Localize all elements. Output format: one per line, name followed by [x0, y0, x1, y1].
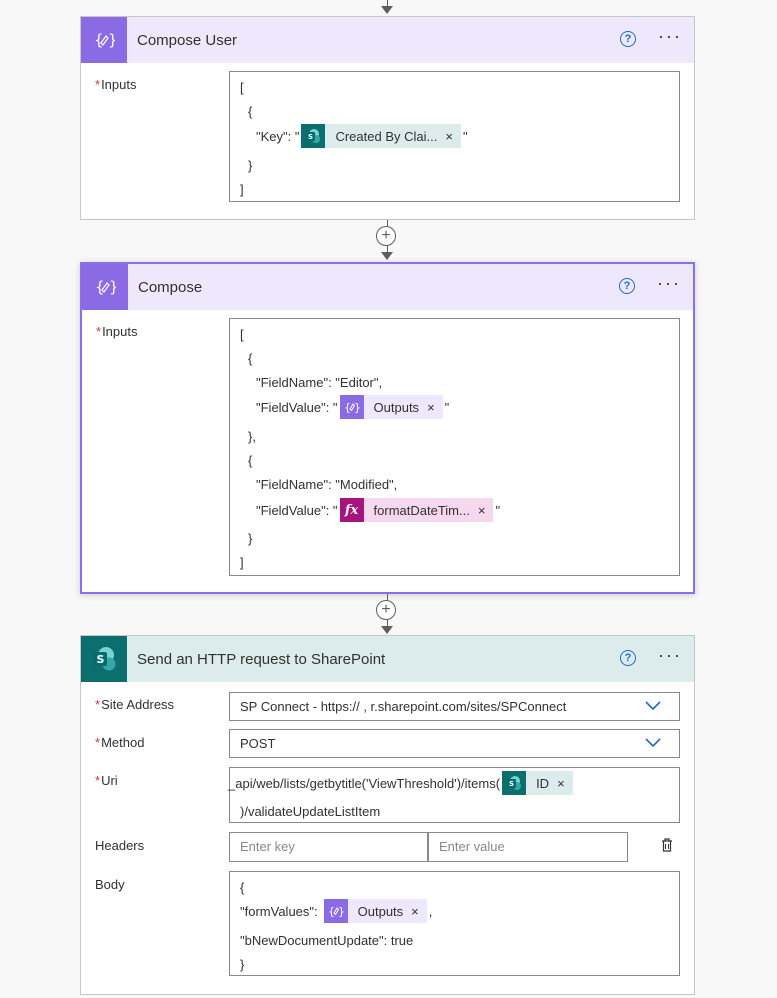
compose-user-header[interactable]: {} Compose User ? ··· [81, 17, 694, 63]
sharepoint-icon: S [81, 636, 127, 682]
code-line: "FieldName": "Editor", [256, 375, 383, 390]
code-line: } [248, 158, 253, 173]
chevron-down-icon [645, 701, 661, 711]
remove-token-icon[interactable]: × [557, 776, 565, 791]
remove-token-icon[interactable]: × [427, 400, 435, 415]
code-line: }, [248, 429, 256, 444]
card-title: Compose [138, 278, 203, 296]
headers-key-input[interactable]: Enter key [229, 832, 428, 862]
code-line: { [248, 453, 253, 468]
svg-text:{: { [344, 401, 351, 414]
body-label: Body [95, 877, 125, 892]
more-options-icon[interactable]: ··· [658, 646, 682, 664]
dynamic-content-token[interactable]: {} Outputs × [339, 395, 443, 419]
connector-arrow [381, 6, 393, 14]
help-icon[interactable]: ? [620, 31, 636, 47]
code-line: _api/web/lists/getbytitle('ViewThreshold… [228, 771, 575, 795]
headers-value-input[interactable]: Enter value [428, 832, 628, 862]
card-title: Send an HTTP request to SharePoint [137, 650, 386, 668]
svg-text:S: S [308, 133, 313, 141]
code-line: "FieldValue": " {} Outputs× " [256, 395, 449, 419]
compose-icon: {} [323, 899, 348, 923]
code-line: "Key": " S Created By Clai... × " [256, 124, 468, 148]
svg-text:}: } [108, 31, 115, 49]
inputs-field[interactable]: [ { "FieldName": "Editor", "FieldValue":… [229, 318, 680, 576]
svg-text:S: S [509, 780, 514, 788]
inputs-label: *Inputs [95, 77, 137, 92]
code-line: } [248, 531, 253, 546]
code-line: "formValues": {} Outputs× , [240, 899, 432, 923]
connector-arrow [381, 626, 393, 634]
token-label: Outputs [373, 399, 420, 415]
sharepoint-icon: S [301, 124, 326, 148]
delete-row-icon[interactable] [659, 837, 675, 853]
code-line: [ [240, 327, 244, 342]
token-label: Created By Clai... [335, 128, 438, 144]
add-step-button[interactable]: + [376, 226, 396, 246]
dynamic-content-token[interactable]: S ID × [502, 771, 573, 795]
code-line: [ [240, 80, 244, 95]
svg-text:{: { [328, 905, 335, 918]
token-label: formatDateTim... [373, 502, 470, 518]
dynamic-content-token[interactable]: S Created By Clai... × [301, 124, 461, 148]
help-icon[interactable]: ? [620, 650, 636, 666]
inputs-label: *Inputs [96, 324, 138, 339]
more-options-icon[interactable]: ··· [658, 27, 682, 45]
code-line: { [248, 104, 253, 119]
code-line: { [240, 880, 245, 895]
compose-card: {} Compose ? ··· *Inputs [ { "FieldName"… [80, 262, 695, 594]
body-field[interactable]: { "formValues": {} Outputs× , "bNewDocum… [229, 871, 680, 976]
inputs-field[interactable]: [ { "Key": " S Created By Clai... × " } ] [229, 71, 680, 202]
remove-token-icon[interactable]: × [411, 904, 419, 919]
chevron-down-icon [645, 738, 661, 748]
site-address-dropdown[interactable]: SP Connect - https:// , r.sharepoint.com… [229, 692, 680, 721]
code-line: "FieldName": "Modified", [256, 477, 398, 492]
uri-label: *Uri [95, 773, 118, 788]
uri-field[interactable]: _api/web/lists/getbytitle('ViewThreshold… [228, 767, 680, 823]
compose-user-card: {} Compose User ? ··· *Inputs [ { "Key":… [80, 16, 695, 220]
dynamic-content-token[interactable]: {} Outputs × [323, 899, 427, 923]
svg-text:}: } [109, 278, 116, 296]
http-request-card: S Send an HTTP request to SharePoint ? ·… [80, 635, 695, 995]
headers-key-placeholder: Enter key [240, 839, 295, 854]
code-line: )/validateUpdateListItem [240, 804, 381, 819]
code-line: } [240, 957, 245, 972]
method-value: POST [240, 736, 276, 751]
card-title: Compose User [137, 31, 238, 49]
code-line: "bNewDocumentUpdate": true [240, 933, 414, 948]
fx-icon: fx [339, 498, 364, 522]
add-step-button[interactable]: + [376, 600, 396, 620]
compose-header[interactable]: {} Compose ? ··· [82, 264, 693, 310]
compose-icon: {} [81, 17, 127, 63]
code-line: ] [240, 182, 244, 197]
svg-text:{: { [95, 278, 105, 296]
token-label: Outputs [357, 903, 404, 919]
more-options-icon[interactable]: ··· [657, 274, 681, 292]
http-request-header[interactable]: S Send an HTTP request to SharePoint ? ·… [81, 636, 694, 682]
remove-token-icon[interactable]: × [445, 129, 453, 144]
sharepoint-icon: S [502, 771, 527, 795]
svg-text:}: } [338, 905, 344, 918]
method-label: *Method [95, 735, 145, 750]
headers-value-placeholder: Enter value [439, 839, 505, 854]
method-dropdown[interactable]: POST [229, 729, 680, 758]
site-address-value: SP Connect - https:// , r.sharepoint.com… [240, 699, 567, 714]
code-line: { [248, 351, 253, 366]
svg-text:S: S [97, 653, 105, 666]
compose-icon: {} [82, 264, 128, 310]
code-line: ] [240, 555, 244, 570]
connector-arrow [381, 252, 393, 260]
site-address-label: *Site Address [95, 697, 175, 712]
expression-token[interactable]: fx formatDateTim... × [339, 498, 494, 522]
token-label: ID [536, 775, 550, 791]
help-icon[interactable]: ? [619, 278, 635, 294]
code-line: "FieldValue": " fx formatDateTim... × " [256, 498, 500, 522]
svg-text:{: { [94, 31, 104, 49]
compose-icon: {} [339, 395, 364, 419]
svg-text:}: } [354, 401, 360, 414]
headers-label: Headers [95, 838, 145, 853]
remove-token-icon[interactable]: × [478, 503, 486, 518]
